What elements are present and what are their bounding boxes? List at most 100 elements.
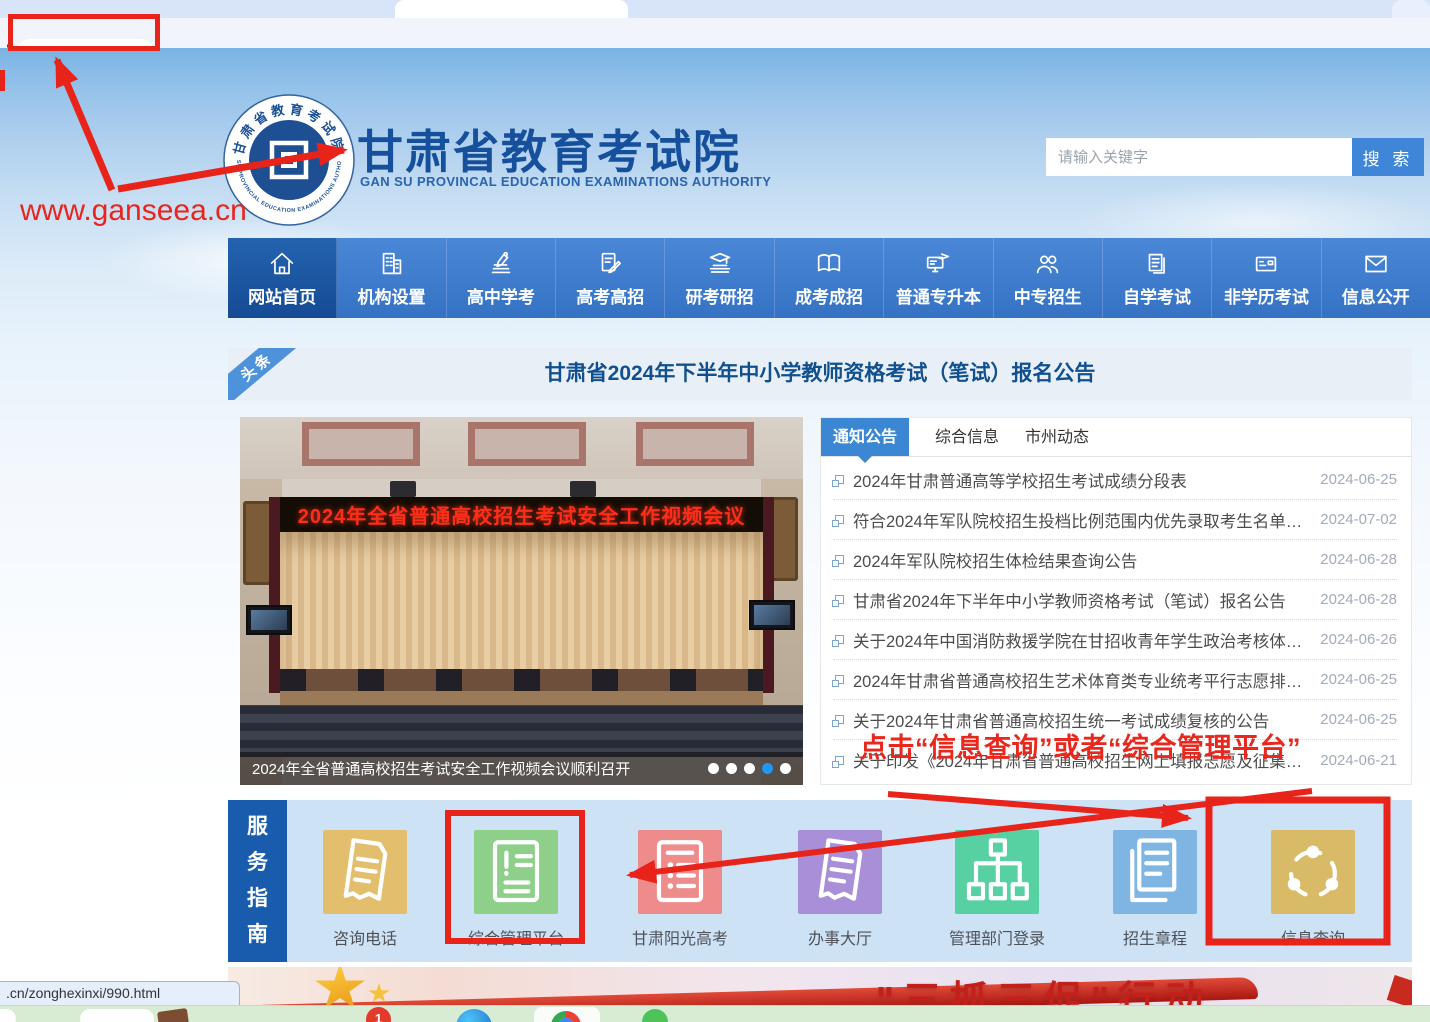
- campaign-banner[interactable]: "三抓三促"行动: [228, 967, 1412, 1005]
- page-icon: [835, 555, 844, 564]
- gold-star-icon: [314, 967, 366, 1005]
- led-banner: 2024年全省普通高校招生考试安全工作视频会议: [280, 497, 763, 532]
- taskbar-item[interactable]: [0, 1009, 16, 1022]
- carousel-dot[interactable]: [744, 763, 755, 774]
- nav-item-self-study-exam[interactable]: 自学考试: [1103, 238, 1212, 318]
- carousel-conference-photo[interactable]: 2024年全省普通高校招生考试安全工作视频会议 2024年全省普通高校招生考试安…: [240, 417, 803, 785]
- folder-icon[interactable]: [157, 1008, 189, 1022]
- active-browser-tab[interactable]: [395, 0, 628, 18]
- envelope-icon: [1361, 249, 1391, 279]
- carousel-dot-active[interactable]: [762, 763, 773, 774]
- stage-curtain: [280, 532, 763, 682]
- tab-city-news[interactable]: 市州动态: [1025, 418, 1089, 456]
- headline-banner: 头条 甘肃省2024年下半年中小学教师资格考试（笔试）报名公告: [228, 348, 1412, 400]
- news-tabs: 通知公告 综合信息 市州动态: [821, 418, 1411, 457]
- nav-item-organization[interactable]: 机构设置: [337, 238, 446, 318]
- page-icon: [835, 715, 844, 724]
- ceiling-panel: [302, 422, 420, 466]
- browser-toolbar: ganseea.cn: [0, 18, 1430, 48]
- news-row[interactable]: 2024年军队院校招生体检结果查询公告 2024-06-28: [833, 540, 1397, 580]
- books-pencil-icon: [486, 249, 516, 279]
- carousel-dots: [708, 763, 791, 774]
- news-row[interactable]: 关于2024年中国消防救援学院在甘招收青年学生政治考核体检心理测试面试 2024…: [833, 620, 1397, 660]
- tab-general-info[interactable]: 综合信息: [935, 418, 999, 456]
- main-nav: 网站首页 机构设置 高中学考 高考高招 研考研招 成考成招: [228, 238, 1430, 318]
- wechat-icon[interactable]: [642, 1009, 668, 1022]
- service-item-consult-phone[interactable]: 咨询电话: [295, 830, 435, 949]
- nav-item-upgrade-exam[interactable]: 普通专升本: [884, 238, 993, 318]
- notification-badge[interactable]: 1: [366, 1007, 391, 1022]
- nav-item-information-disclosure[interactable]: 信息公开: [1322, 238, 1430, 318]
- page-icon: [835, 595, 844, 604]
- list-document-icon: [638, 830, 722, 914]
- secondary-browser-tab[interactable]: [1392, 0, 1430, 18]
- note-icon: [323, 830, 407, 914]
- service-item-information-query[interactable]: 信息查询: [1243, 830, 1383, 949]
- news-row[interactable]: 符合2024年军队院校招生投档比例范围内优先录取考生名单公示 2024-07-0…: [833, 500, 1397, 540]
- side-screen: [246, 605, 292, 635]
- status-link-preview: .cn/zonghexinxi/990.html: [0, 981, 240, 1005]
- note-icon: [798, 830, 882, 914]
- speaker: [570, 481, 596, 497]
- share-network-icon: [1271, 830, 1355, 914]
- search-button[interactable]: 搜 索: [1352, 138, 1424, 176]
- service-item-department-login[interactable]: 管理部门登录: [927, 830, 1067, 949]
- page-icon: [835, 675, 844, 684]
- carousel-dot[interactable]: [780, 763, 791, 774]
- document-pen-icon: [595, 249, 625, 279]
- service-item-enrollment-charter[interactable]: 招生章程: [1085, 830, 1225, 949]
- graduation-books-icon: [705, 249, 735, 279]
- side-screen: [749, 600, 795, 630]
- page-icon: [835, 515, 844, 524]
- service-guide-label: 服 务 指 南: [228, 800, 287, 962]
- browser-tab-strip: [0, 0, 1430, 18]
- news-row[interactable]: 2024年甘肃普通高等学校招生考试成绩分段表 2024-06-25: [833, 460, 1397, 500]
- nav-item-highschool-exam[interactable]: 高中学考: [447, 238, 556, 318]
- taskbar: 1: [0, 1005, 1430, 1022]
- site-search: 搜 索: [1046, 138, 1424, 176]
- carousel-caption: 2024年全省普通高校招生考试安全工作视频会议顺利召开: [252, 758, 708, 779]
- webpage: 甘肃省教育考试院 GANSU PROVINCIAL EDUCATION EXAM…: [0, 48, 1430, 1005]
- people-icon: [1033, 249, 1063, 279]
- nav-item-graduate-exam[interactable]: 研考研招: [665, 238, 774, 318]
- carousel-dot[interactable]: [708, 763, 719, 774]
- monitor-graduation-icon: [923, 249, 953, 279]
- news-row[interactable]: 甘肃省2024年下半年中小学教师资格考试（笔试）报名公告 2024-06-28: [833, 580, 1397, 620]
- news-row[interactable]: 2024年甘肃省普通高校招生艺术体育类专业统考平行志愿排序成绩查询公告 2024…: [833, 660, 1397, 700]
- site-title: 甘肃省教育考试院: [357, 116, 741, 182]
- service-item-management-platform[interactable]: 综合管理平台: [446, 830, 586, 949]
- nav-item-adult-exam[interactable]: 成考成招: [775, 238, 884, 318]
- headline-title[interactable]: 甘肃省2024年下半年中小学教师资格考试（笔试）报名公告: [228, 348, 1412, 400]
- search-input[interactable]: [1046, 138, 1352, 176]
- speaker: [390, 481, 416, 497]
- sitemap-icon: [955, 830, 1039, 914]
- audience-rows: [240, 705, 803, 757]
- documents-icon: [1142, 249, 1172, 279]
- page-icon: [835, 475, 844, 484]
- alert-document-icon: [474, 830, 558, 914]
- red-flag-corner: [1387, 975, 1412, 1005]
- service-item-service-hall[interactable]: 办事大厅: [770, 830, 910, 949]
- nav-item-gaokao[interactable]: 高考高招: [556, 238, 665, 318]
- tab-notices[interactable]: 通知公告: [821, 418, 909, 456]
- nav-item-non-academic-exam[interactable]: 非学历考试: [1212, 238, 1321, 318]
- page-icon: [835, 635, 844, 644]
- service-item-sunshine-gaokao[interactable]: 甘肃阳光高考: [610, 830, 750, 949]
- annotation-url-label: www.ganseea.cn: [20, 194, 247, 228]
- carousel-dot[interactable]: [726, 763, 737, 774]
- home-icon: [267, 249, 297, 279]
- stage-floor: [280, 691, 763, 705]
- carousel-caption-bar: 2024年全省普通高校招生考试安全工作视频会议顺利召开: [240, 752, 803, 785]
- nav-item-home[interactable]: 网站首页: [228, 238, 337, 318]
- head-table: [280, 669, 763, 693]
- pages-icon: [1113, 830, 1197, 914]
- ceiling-panel: [468, 422, 586, 466]
- id-card-icon: [1251, 249, 1281, 279]
- nav-item-vocational-enrollment[interactable]: 中专招生: [994, 238, 1103, 318]
- campaign-text: "三抓三促"行动: [876, 969, 1212, 1005]
- edge-browser-icon[interactable]: [456, 1009, 492, 1022]
- annotation-instruction: 点击“信息查询”或者“综合管理平台”: [860, 726, 1301, 765]
- building-icon: [377, 249, 407, 279]
- open-book-icon: [814, 249, 844, 279]
- taskbar-search-pill[interactable]: [80, 1009, 154, 1022]
